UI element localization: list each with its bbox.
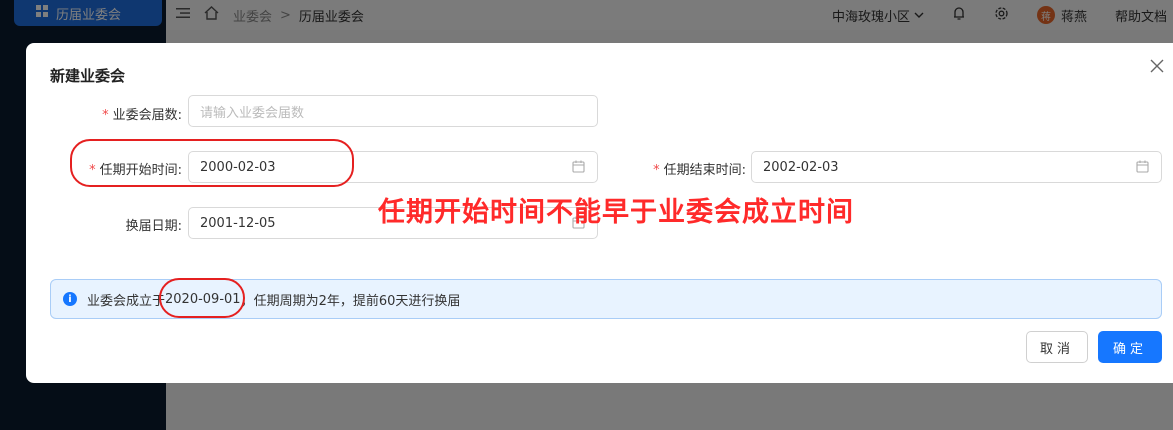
term-end-date-picker[interactable]: 2002-02-03 — [751, 151, 1162, 183]
annotation-text: 任期开始时间不能早于业委会成立时间 — [378, 197, 854, 228]
dialog-title: 新建业委会 — [50, 67, 126, 85]
calendar-icon — [1136, 160, 1150, 174]
calendar-icon — [572, 160, 586, 174]
term-end-label: * 任期结束时间: — [653, 163, 746, 178]
confirm-button[interactable]: 确定 — [1098, 331, 1162, 363]
term-end-value: 2002-02-03 — [763, 159, 839, 175]
term-start-date-picker[interactable]: 2000-02-03 — [188, 151, 598, 183]
info-alert: i 业委会成立于 2020-09-01 ，任期周期为2年，提前60天进行换届 — [50, 279, 1162, 319]
alert-founded-date: 2020-09-01 — [165, 291, 241, 307]
renewal-date-label: 换届日期: — [125, 219, 182, 234]
info-icon: i — [63, 292, 77, 306]
term-number-input[interactable]: 请输入业委会届数 — [188, 95, 598, 127]
alert-prefix: 业委会成立于 — [87, 293, 166, 309]
create-committee-dialog: 新建业委会 * 业委会届数: 请输入业委会届数 * 任期开始时间: 2000-02-… — [26, 43, 1173, 383]
term-number-placeholder: 请输入业委会届数 — [200, 105, 305, 121]
term-number-label: * 业委会届数: — [102, 108, 182, 123]
term-start-label: * 任期开始时间: — [89, 163, 182, 178]
close-icon[interactable] — [1150, 59, 1168, 77]
cancel-button[interactable]: 取消 — [1026, 331, 1088, 363]
alert-suffix: ，任期周期为2年，提前60天进行换届 — [240, 293, 461, 309]
required-mark: * — [653, 163, 660, 178]
required-mark: * — [89, 163, 96, 178]
term-start-value: 2000-02-03 — [200, 159, 276, 175]
renewal-date-value: 2001-12-05 — [200, 215, 276, 231]
required-mark: * — [102, 108, 109, 123]
